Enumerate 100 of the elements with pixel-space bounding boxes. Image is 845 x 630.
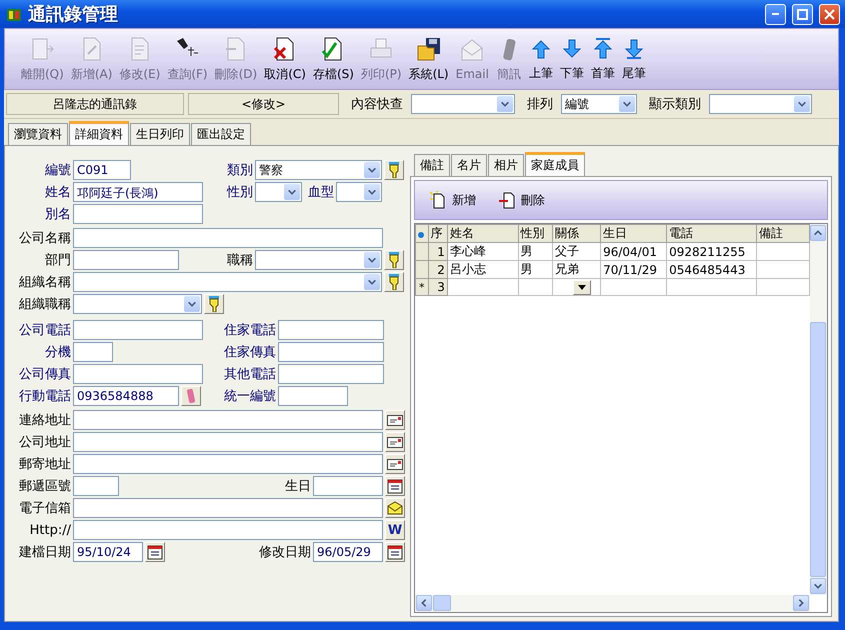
text-field[interactable] — [313, 476, 383, 496]
text-field[interactable] — [278, 342, 384, 362]
tab[interactable]: 生日列印 — [130, 123, 190, 145]
tab[interactable]: 備註 — [414, 154, 450, 176]
text-field[interactable]: C091 — [73, 160, 131, 180]
text-field[interactable] — [73, 476, 119, 496]
combo-box[interactable] — [255, 182, 302, 202]
address-button[interactable] — [385, 432, 405, 452]
document-minus-icon — [498, 191, 516, 209]
text-field[interactable] — [73, 228, 383, 248]
text-field[interactable] — [73, 520, 383, 540]
text-field[interactable] — [73, 432, 383, 452]
field-label: 公司傳真 — [18, 366, 72, 383]
dot-icon — [418, 232, 424, 238]
scroll-down-button[interactable] — [810, 578, 826, 594]
column-header[interactable]: 生日 — [600, 224, 667, 242]
field-label: 行動電話 — [18, 388, 72, 405]
maximize-button[interactable] — [792, 4, 813, 24]
date-button[interactable] — [385, 542, 405, 562]
vertical-scrollbar[interactable] — [810, 224, 827, 595]
app-icon — [6, 6, 22, 22]
pointing-hand-icon — [388, 252, 400, 268]
table-cell: 70/11/29 — [600, 260, 667, 278]
toolbar-button[interactable]: 下筆 — [558, 34, 586, 84]
text-field[interactable] — [73, 250, 179, 270]
combo-box[interactable] — [709, 94, 812, 114]
dial-button[interactable] — [181, 386, 201, 406]
text-field[interactable] — [73, 342, 113, 362]
table-cell: 96/04/01 — [600, 242, 667, 260]
text-field[interactable] — [73, 364, 203, 384]
scrollbar-thumb[interactable] — [810, 322, 826, 577]
minimize-button[interactable] — [765, 4, 786, 24]
column-header[interactable]: 性別 — [518, 224, 553, 242]
pick-button[interactable] — [384, 250, 404, 270]
field-label: 姓名 — [44, 184, 72, 201]
tab[interactable]: 名片 — [451, 154, 487, 176]
text-field[interactable]: 95/10/24 — [73, 542, 143, 562]
pick-button[interactable] — [204, 294, 224, 314]
toolbar-button[interactable]: 新增 — [429, 191, 476, 209]
scroll-up-button[interactable] — [810, 225, 826, 241]
tab[interactable]: 匯出設定 — [191, 123, 251, 145]
scrollbar-thumb[interactable] — [433, 595, 451, 611]
text-field[interactable] — [73, 204, 203, 224]
field-label: 分機 — [44, 344, 72, 361]
address-button[interactable] — [385, 410, 405, 430]
chevron-down-icon — [813, 581, 823, 591]
web-button[interactable]: W — [385, 520, 405, 540]
toolbar-button[interactable]: 系統(L) — [406, 34, 451, 84]
field-label: 編號 — [44, 162, 72, 179]
scroll-left-button[interactable] — [416, 595, 432, 611]
text-field[interactable] — [278, 320, 384, 340]
field-label: 性別 — [226, 184, 254, 201]
combo-box[interactable] — [411, 94, 515, 114]
text-field[interactable]: 96/05/29 — [313, 542, 383, 562]
text-field[interactable]: 0936584888 — [73, 386, 179, 406]
date-button[interactable] — [145, 542, 165, 562]
tab[interactable]: 家庭成員 — [525, 152, 585, 177]
text-field[interactable] — [73, 320, 203, 340]
chevron-up-icon — [813, 228, 823, 238]
field-label: 類別 — [226, 162, 254, 179]
text-field[interactable] — [73, 410, 383, 430]
toolbar-button[interactable]: 首筆 — [588, 34, 617, 84]
field-label: 公司電話 — [18, 322, 72, 339]
toolbar-button[interactable]: 尾筆 — [620, 34, 648, 84]
scroll-right-button[interactable] — [793, 595, 809, 611]
toolbar-button[interactable]: 刪除 — [498, 191, 545, 209]
tab[interactable]: 瀏覽資料 — [8, 123, 68, 145]
combo-box[interactable]: 警察 — [255, 160, 382, 180]
pointing-hand-icon — [388, 274, 400, 290]
close-button[interactable] — [819, 4, 840, 24]
pick-button[interactable] — [384, 272, 404, 292]
up-arrow-icon — [592, 36, 613, 60]
text-field[interactable] — [278, 386, 348, 406]
text-field[interactable] — [73, 498, 383, 518]
dropdown-button[interactable] — [573, 280, 592, 295]
text-field[interactable] — [73, 454, 383, 474]
text-field[interactable]: 邛阿廷子(長鴻) — [73, 182, 203, 202]
column-header[interactable]: 序 — [428, 224, 448, 242]
text-field[interactable] — [278, 364, 384, 384]
horizontal-scrollbar[interactable] — [415, 595, 810, 612]
toolbar-button[interactable]: 上筆 — [526, 34, 555, 84]
column-header[interactable]: 備註 — [756, 224, 810, 242]
field-label: 部門 — [44, 252, 72, 269]
column-header[interactable]: 姓名 — [447, 224, 518, 242]
email-button[interactable] — [385, 498, 405, 518]
toolbar-button[interactable]: 取消(C) — [262, 34, 308, 84]
table-cell: 男 — [518, 242, 553, 260]
column-header[interactable]: 電話 — [666, 224, 756, 242]
address-button[interactable] — [385, 454, 405, 474]
tab[interactable]: 相片 — [488, 154, 524, 176]
field-label: 生日 — [284, 478, 312, 495]
toolbar-button[interactable]: 存檔(S) — [310, 34, 356, 84]
tab[interactable]: 詳細資料 — [69, 121, 129, 146]
chevron-down-icon — [367, 277, 377, 287]
combo-box[interactable]: 編號 — [561, 94, 637, 114]
field-label: 建檔日期 — [18, 544, 72, 561]
field-label: 血型 — [307, 184, 335, 201]
pick-button[interactable] — [384, 160, 404, 180]
date-button[interactable] — [385, 476, 405, 496]
column-header[interactable]: 關係 — [552, 224, 601, 242]
